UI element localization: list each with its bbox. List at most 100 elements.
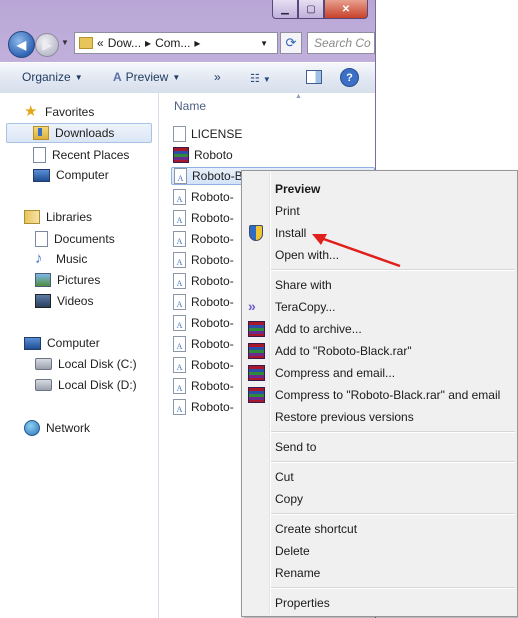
back-button[interactable]: ◀ bbox=[8, 31, 35, 58]
nav-item-computer-fav[interactable]: Computer bbox=[33, 168, 109, 182]
nav-item-recent-places[interactable]: Recent Places bbox=[33, 147, 129, 163]
nav-network[interactable]: Network bbox=[24, 420, 90, 436]
nav-item-label: Videos bbox=[57, 294, 94, 308]
file-name: Roboto- bbox=[191, 190, 234, 204]
address-bar[interactable]: « Dow... ▸ Com... ▸ ▼ bbox=[74, 32, 278, 54]
menu-item-create-shortcut[interactable]: Create shortcut bbox=[275, 522, 357, 536]
nav-favorites[interactable]: ★ Favorites bbox=[24, 103, 94, 120]
menu-item-share-with[interactable]: Share with bbox=[275, 278, 332, 292]
nav-item-local-disk-d[interactable]: Local Disk (D:) bbox=[35, 378, 137, 392]
font-file-icon: A bbox=[173, 252, 186, 268]
file-name: Roboto- bbox=[191, 274, 234, 288]
nav-computer[interactable]: Computer bbox=[24, 336, 100, 350]
menu-item-restore-versions[interactable]: Restore previous versions bbox=[275, 410, 414, 424]
breadcrumb-separator[interactable]: ▸ bbox=[145, 36, 151, 50]
menu-item-add-to-rar[interactable]: Add to "Roboto-Black.rar" bbox=[275, 344, 412, 358]
more-commands-label: » bbox=[214, 70, 221, 84]
videos-icon bbox=[35, 294, 51, 308]
nav-item-label: Computer bbox=[56, 168, 109, 182]
font-file-icon: A bbox=[173, 378, 186, 394]
folder-icon bbox=[79, 37, 93, 49]
file-name: Roboto- bbox=[191, 253, 234, 267]
computer-icon bbox=[33, 168, 50, 182]
preview-pane-icon[interactable] bbox=[306, 70, 322, 84]
breadcrumb-overflow[interactable]: « bbox=[97, 36, 104, 50]
nav-item-label: Local Disk (D:) bbox=[58, 378, 137, 392]
file-name: Roboto- bbox=[191, 316, 234, 330]
recent-pages-dropdown[interactable]: ▼ bbox=[61, 38, 69, 47]
organize-label: Organize bbox=[22, 70, 71, 84]
nav-item-label: Local Disk (C:) bbox=[58, 357, 137, 371]
file-name: Roboto-Bl bbox=[192, 169, 246, 183]
file-name: Roboto- bbox=[191, 379, 234, 393]
menu-item-rename[interactable]: Rename bbox=[275, 566, 320, 580]
more-commands-button[interactable]: » bbox=[214, 70, 221, 84]
menu-item-preview[interactable]: Preview bbox=[275, 182, 320, 196]
teracopy-icon: » bbox=[248, 298, 256, 314]
menu-item-teracopy[interactable]: TeraCopy... bbox=[275, 300, 335, 314]
documents-icon bbox=[35, 231, 48, 247]
menu-item-compress-rar-email[interactable]: Compress to "Roboto-Black.rar" and email bbox=[275, 388, 500, 402]
file-row[interactable]: Roboto bbox=[173, 146, 373, 164]
nav-libraries[interactable]: Libraries bbox=[24, 210, 92, 224]
font-file-icon: A bbox=[174, 168, 187, 184]
file-name: Roboto- bbox=[191, 337, 234, 351]
menu-item-add-to-archive[interactable]: Add to archive... bbox=[275, 322, 362, 336]
red-arrow-annotation bbox=[312, 234, 401, 268]
close-button[interactable]: ✕ bbox=[324, 0, 368, 19]
hard-disk-icon bbox=[35, 379, 52, 391]
breadcrumb-separator[interactable]: ▸ bbox=[194, 36, 200, 50]
breadcrumb-folder[interactable]: Com... bbox=[155, 36, 190, 50]
pictures-icon bbox=[35, 273, 51, 287]
nav-item-music[interactable]: ♪ Music bbox=[35, 250, 88, 267]
file-row[interactable]: LICENSE bbox=[173, 125, 373, 143]
menu-separator bbox=[271, 431, 515, 433]
caption-buttons: ▁ ▢ ✕ bbox=[272, 0, 368, 19]
menu-item-copy[interactable]: Copy bbox=[275, 492, 303, 506]
minimize-button[interactable]: ▁ bbox=[272, 0, 298, 19]
breadcrumb-downloads[interactable]: Dow... bbox=[108, 36, 141, 50]
address-dropdown-icon[interactable]: ▼ bbox=[260, 39, 268, 48]
file-name: Roboto- bbox=[191, 400, 234, 414]
font-file-icon: A bbox=[173, 210, 186, 226]
nav-item-label: Recent Places bbox=[52, 148, 130, 162]
nav-item-pictures[interactable]: Pictures bbox=[35, 273, 100, 287]
music-note-icon: ♪ bbox=[35, 250, 43, 267]
nav-item-label: Music bbox=[56, 252, 88, 266]
font-file-icon: A bbox=[173, 336, 186, 352]
maximize-button[interactable]: ▢ bbox=[298, 0, 324, 19]
menu-item-send-to[interactable]: Send to bbox=[275, 440, 316, 454]
menu-item-compress-email[interactable]: Compress and email... bbox=[275, 366, 395, 380]
forward-button[interactable]: ▶ bbox=[35, 33, 59, 57]
preview-button[interactable]: A Preview ▼ bbox=[113, 70, 180, 84]
text-file-icon bbox=[173, 126, 186, 142]
nav-item-label: Pictures bbox=[57, 273, 101, 287]
menu-item-delete[interactable]: Delete bbox=[275, 544, 310, 558]
refresh-button[interactable]: ⟳ bbox=[280, 32, 302, 54]
file-name: Roboto- bbox=[191, 358, 234, 372]
forward-arrow-icon: ▶ bbox=[42, 38, 52, 52]
nav-item-downloads[interactable]: Downloads bbox=[6, 123, 152, 143]
font-preview-icon: A bbox=[113, 70, 122, 84]
nav-item-label: Downloads bbox=[55, 126, 115, 140]
search-input[interactable]: Search Co bbox=[307, 32, 375, 54]
chevron-down-icon: ▼ bbox=[172, 72, 181, 82]
star-icon: ★ bbox=[24, 103, 38, 120]
menu-item-cut[interactable]: Cut bbox=[275, 470, 294, 484]
font-file-icon: A bbox=[173, 189, 186, 205]
nav-network-label: Network bbox=[46, 421, 91, 435]
nav-item-videos[interactable]: Videos bbox=[35, 294, 93, 308]
menu-item-properties[interactable]: Properties bbox=[275, 596, 330, 610]
command-bar: Organize ▼ A Preview ▼ » ☷ ▼ ? bbox=[0, 62, 375, 94]
column-header-name[interactable]: Name bbox=[174, 99, 206, 113]
change-view-icon[interactable]: ☷ ▼ bbox=[250, 72, 271, 85]
menu-item-print[interactable]: Print bbox=[275, 204, 300, 218]
nav-item-documents[interactable]: Documents bbox=[35, 231, 115, 247]
nav-item-local-disk-c[interactable]: Local Disk (C:) bbox=[35, 357, 137, 371]
help-icon[interactable]: ? bbox=[340, 68, 359, 87]
nav-libraries-label: Libraries bbox=[46, 210, 93, 224]
refresh-icon: ⟳ bbox=[285, 35, 297, 50]
organize-button[interactable]: Organize ▼ bbox=[22, 70, 83, 84]
font-file-icon: A bbox=[173, 231, 186, 247]
preview-label: Preview bbox=[125, 70, 169, 84]
